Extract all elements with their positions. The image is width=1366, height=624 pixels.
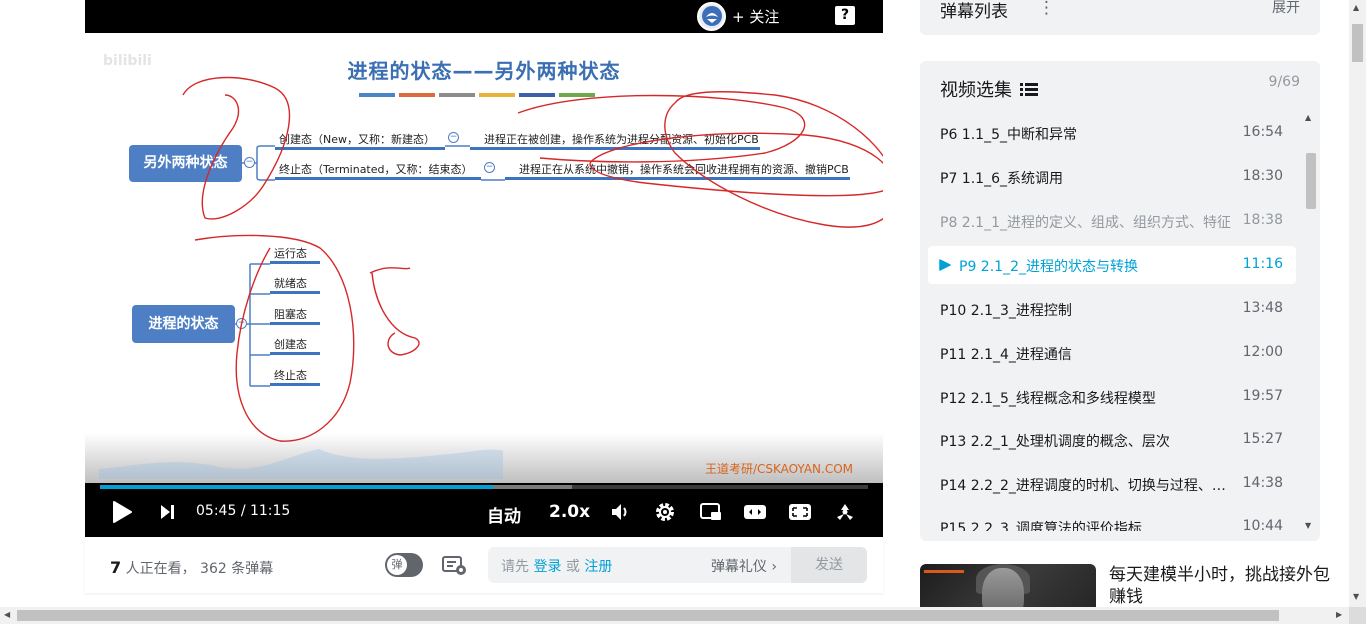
thumbnail-ui-strip bbox=[924, 570, 964, 573]
episode-list: P6 1.1_5_中断和异常 16:54 P7 1.1_6_系统调用 18:30… bbox=[928, 111, 1296, 531]
scroll-down-icon[interactable]: ▼ bbox=[1353, 592, 1359, 601]
scroll-down-icon[interactable]: ▼ bbox=[1305, 521, 1311, 530]
danmaku-toggle[interactable]: 弹 bbox=[385, 553, 423, 577]
more-menu-icon[interactable]: ⋮ bbox=[1038, 0, 1055, 18]
episode-duration: 19:57 bbox=[1242, 388, 1283, 404]
danmaku-list-title: 弹幕列表 bbox=[940, 2, 1008, 22]
corner-watermark: 王道考研/CSKAOYAN.COM bbox=[704, 462, 853, 476]
scroll-left-icon[interactable]: ◀ bbox=[4, 610, 10, 619]
danmaku-input-placeholder: 请先 登录 或 注册 bbox=[501, 556, 612, 576]
page: + 关注 ? bilibili 进程的状态——另外两种状态 另外两种状态 − 进… bbox=[0, 0, 1366, 624]
follow-button[interactable]: + 关注 bbox=[697, 1, 780, 31]
episode-label: P7 1.1_6_系统调用 bbox=[940, 171, 1063, 187]
episode-item[interactable]: P11 2.1_4_进程通信 12:00 bbox=[928, 334, 1296, 372]
episode-duration: 18:30 bbox=[1242, 168, 1283, 184]
video-player[interactable]: + 关注 ? bilibili 进程的状态——另外两种状态 另外两种状态 − 进… bbox=[85, 0, 883, 537]
page-scroll-thumb[interactable] bbox=[1352, 24, 1363, 62]
help-icon[interactable]: ? bbox=[835, 6, 855, 25]
player-controls: 05:45 / 11:15 自动 2.0x bbox=[85, 483, 883, 537]
episode-item[interactable]: P12 2.1_5_线程概念和多线程模型 19:57 bbox=[928, 378, 1296, 416]
login-link[interactable]: 登录 bbox=[533, 559, 561, 575]
scroll-up-icon[interactable]: ▲ bbox=[1353, 3, 1359, 12]
episode-duration: 16:54 bbox=[1242, 124, 1283, 140]
danmaku-count: 362 条弹幕 bbox=[200, 561, 274, 577]
scrollbar-corner bbox=[1349, 607, 1366, 624]
episode-duration: 18:38 bbox=[1242, 212, 1283, 228]
time-current: 05:45 bbox=[196, 503, 237, 519]
episode-label: P9 2.1_2_进程的状态与转换 bbox=[959, 259, 1138, 275]
page-vertical-scrollbar[interactable]: ▲ ▼ bbox=[1349, 0, 1366, 607]
quality-button[interactable]: 自动 bbox=[487, 502, 521, 527]
speed-button[interactable]: 2.0x bbox=[549, 502, 590, 522]
follow-label: + 关注 bbox=[732, 7, 780, 26]
widescreen-icon[interactable] bbox=[742, 500, 768, 524]
episode-item[interactable]: P15 2.2_3_调度算法的评价指标 10:44 bbox=[928, 508, 1296, 531]
uploader-logo-icon bbox=[697, 1, 726, 31]
episode-label: P12 2.1_5_线程概念和多线程模型 bbox=[940, 391, 1156, 407]
pip-icon[interactable] bbox=[698, 500, 724, 524]
scroll-up-icon[interactable]: ▲ bbox=[1305, 113, 1311, 122]
list-icon[interactable] bbox=[1020, 81, 1038, 97]
danmaku-settings-icon[interactable] bbox=[442, 555, 468, 577]
danmaku-list-panel[interactable]: 弹幕列表 ⋮ 展开 bbox=[920, 0, 1320, 35]
volume-icon[interactable] bbox=[608, 500, 632, 524]
episode-label: P13 2.2_1_处理机调度的概念、层次 bbox=[940, 434, 1170, 450]
next-icon[interactable] bbox=[157, 502, 177, 522]
viewer-text: 人正在看， bbox=[125, 561, 196, 577]
play-icon[interactable] bbox=[109, 499, 135, 525]
episode-item-active[interactable]: P9 2.1_2_进程的状态与转换 11:16 bbox=[928, 246, 1296, 284]
viewer-info: 7 人正在看， 362 条弹幕 bbox=[110, 558, 273, 578]
episode-duration: 10:44 bbox=[1242, 518, 1283, 531]
video-frame[interactable]: bilibili 进程的状态——另外两种状态 另外两种状态 − 进程的状态 − bbox=[85, 33, 883, 483]
handwriting-annotations bbox=[182, 76, 883, 442]
episode-label: P11 2.1_4_进程通信 bbox=[940, 347, 1072, 363]
episode-item[interactable]: P10 2.1_3_进程控制 13:48 bbox=[928, 290, 1296, 328]
time-total: 11:15 bbox=[249, 503, 291, 519]
progress-played bbox=[100, 485, 493, 489]
recommended-title[interactable]: 每天建模半小时，挑战接外包赚钱 bbox=[1109, 564, 1334, 608]
episode-duration: 13:48 bbox=[1242, 300, 1283, 316]
playing-icon bbox=[939, 259, 951, 271]
web-fullscreen-icon[interactable] bbox=[787, 500, 813, 524]
danmaku-send-bar: 7 人正在看， 362 条弹幕 弹 请先 登录 或 注册 弹幕礼仪 › 发送 bbox=[85, 537, 883, 593]
page-hscroll-thumb[interactable] bbox=[17, 610, 1279, 621]
episode-item[interactable]: P7 1.1_6_系统调用 18:30 bbox=[928, 158, 1296, 196]
episode-panel-header: 视频选集 bbox=[940, 76, 1038, 102]
episode-duration: 11:16 bbox=[1242, 256, 1283, 272]
register-link[interactable]: 注册 bbox=[584, 559, 612, 575]
time-display: 05:45 / 11:15 bbox=[196, 503, 290, 519]
danmaku-toggle-label: 弹 bbox=[387, 555, 407, 575]
expand-button[interactable]: 展开 bbox=[1272, 0, 1300, 17]
page-horizontal-scrollbar[interactable]: ◀ ▶ bbox=[0, 607, 1349, 624]
scroll-right-icon[interactable]: ▶ bbox=[1336, 610, 1342, 619]
placeholder-prefix: 请先 bbox=[501, 559, 529, 575]
fullscreen-icon[interactable] bbox=[832, 500, 858, 524]
danmaku-input[interactable]: 请先 登录 或 注册 弹幕礼仪 › bbox=[488, 547, 791, 583]
viewer-count: 7 bbox=[110, 558, 122, 577]
danmaku-heatmap bbox=[99, 449, 503, 479]
episode-item[interactable]: P13 2.2_1_处理机调度的概念、层次 15:27 bbox=[928, 421, 1296, 459]
player-top-bar: + 关注 ? bbox=[85, 0, 883, 33]
episode-duration: 15:27 bbox=[1242, 431, 1283, 447]
episode-count: 9/69 bbox=[1268, 74, 1300, 90]
episode-panel-title: 视频选集 bbox=[940, 80, 1012, 101]
placeholder-or: 或 bbox=[565, 559, 580, 575]
episode-label: P15 2.2_3_调度算法的评价指标 bbox=[940, 521, 1142, 531]
episode-label: P14 2.2_2_进程调度的时机、切换与过程、方式 bbox=[940, 478, 1235, 494]
settings-gear-icon[interactable] bbox=[653, 500, 677, 524]
episode-item[interactable]: P8 2.1_1_进程的定义、组成、组织方式、特征 18:38 bbox=[928, 202, 1296, 240]
episode-duration: 14:38 bbox=[1242, 475, 1283, 491]
episode-panel: 视频选集 9/69 P6 1.1_5_中断和异常 16:54 P7 1.1_6_… bbox=[920, 61, 1320, 541]
time-separator: / bbox=[240, 503, 246, 519]
episode-label: P6 1.1_5_中断和异常 bbox=[940, 127, 1077, 143]
episode-label: P8 2.1_1_进程的定义、组成、组织方式、特征 bbox=[940, 215, 1231, 231]
episode-scroll-thumb[interactable] bbox=[1306, 153, 1316, 209]
episode-item[interactable]: P14 2.2_2_进程调度的时机、切换与过程、方式 14:38 bbox=[928, 465, 1296, 503]
episode-list-scrollbar[interactable]: ▲ ▼ bbox=[1304, 113, 1316, 533]
episode-duration: 12:00 bbox=[1242, 344, 1283, 360]
send-button[interactable]: 发送 bbox=[791, 547, 867, 583]
episode-item[interactable]: P6 1.1_5_中断和异常 16:54 bbox=[928, 114, 1296, 152]
danmaku-etiquette-link[interactable]: 弹幕礼仪 › bbox=[711, 556, 777, 576]
episode-label: P10 2.1_3_进程控制 bbox=[940, 303, 1072, 319]
